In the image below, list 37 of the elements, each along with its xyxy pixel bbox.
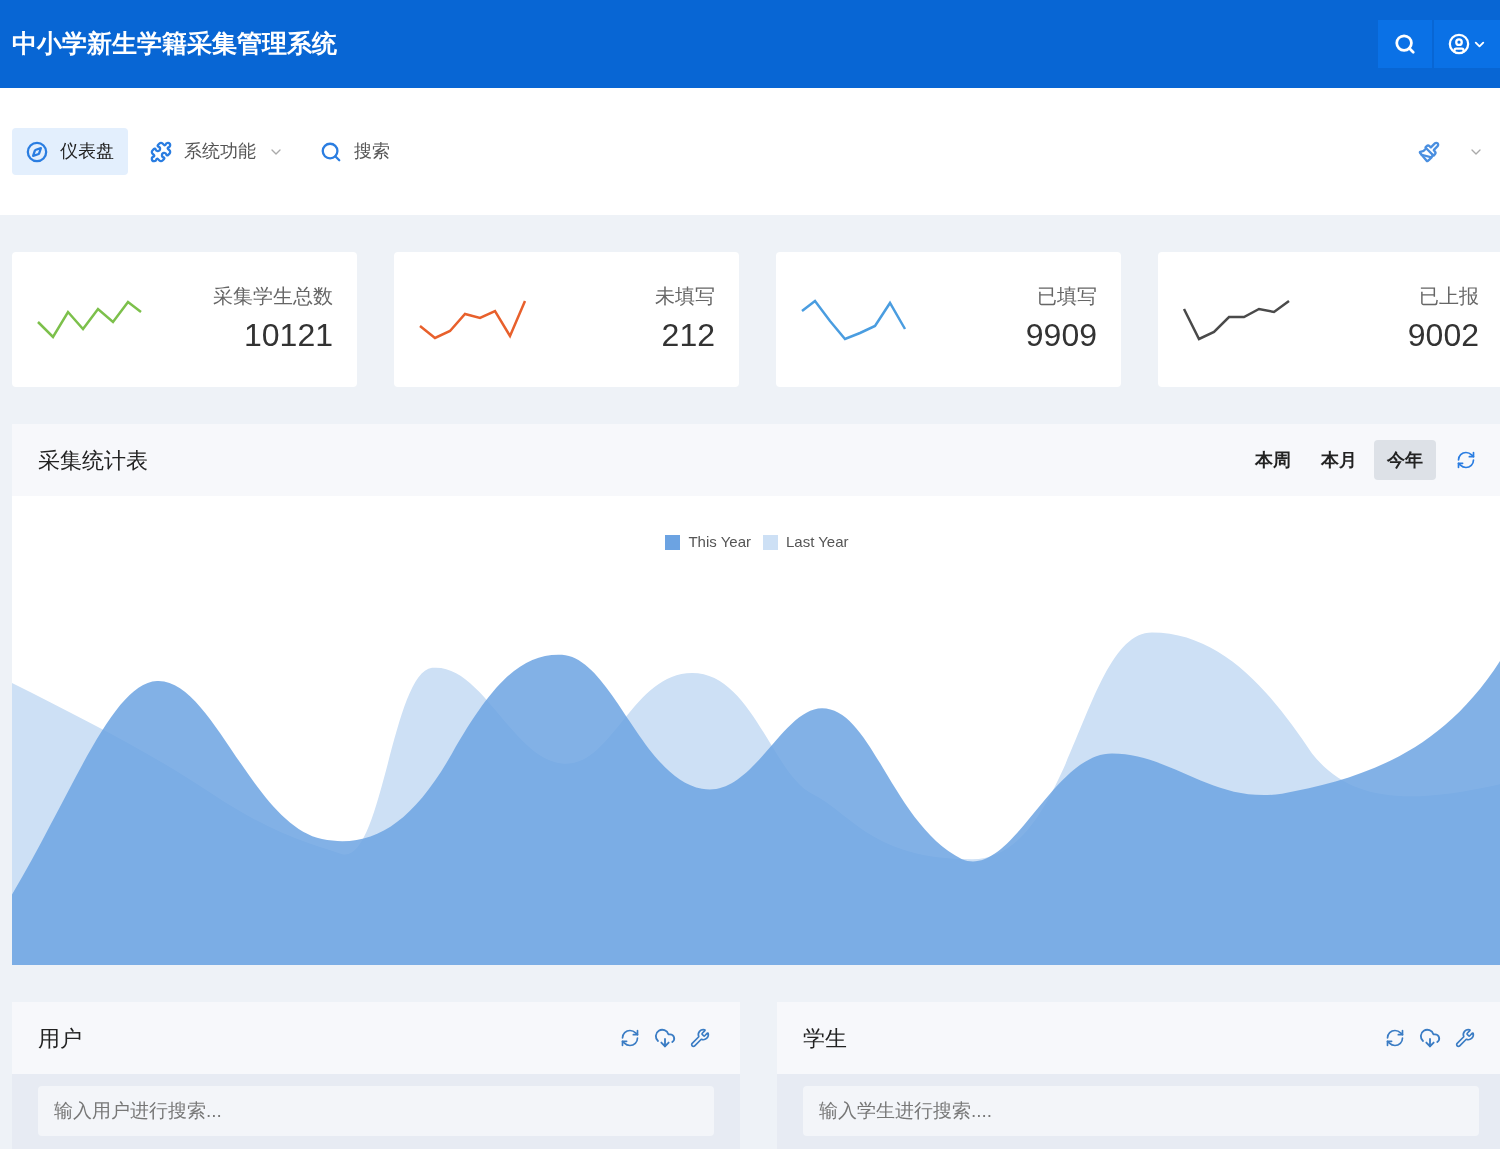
search-icon: [320, 140, 342, 163]
brush-icon[interactable]: [1418, 140, 1440, 163]
refresh-icon[interactable]: [1456, 450, 1476, 470]
legend-label: Last Year: [786, 531, 849, 552]
stat-value: 9909: [1025, 315, 1097, 355]
stat-label: 采集学生总数: [213, 283, 333, 309]
stat-label: 未填写: [655, 283, 715, 309]
stat-value: 10121: [244, 315, 333, 355]
search-icon: [1394, 33, 1416, 55]
stat-value: 212: [661, 315, 715, 355]
search-field[interactable]: 输入学生进行搜索....: [803, 1086, 1479, 1136]
puzzle-icon: [150, 140, 172, 163]
user-icon: [1447, 33, 1470, 55]
panel-title: 采集统计表: [38, 446, 148, 475]
search-field[interactable]: 输入用户进行搜索...: [38, 1086, 714, 1136]
stat-value: 9002: [1407, 315, 1479, 355]
stat-label: 已填写: [1037, 283, 1097, 309]
search-button[interactable]: [1378, 20, 1432, 68]
wrench-icon[interactable]: [1455, 1028, 1475, 1048]
cloud-download-icon[interactable]: [1419, 1027, 1441, 1049]
panel-title: 学生: [803, 1024, 847, 1053]
refresh-icon[interactable]: [1385, 1028, 1405, 1048]
wrench-icon[interactable]: [690, 1028, 710, 1048]
stat-label: 已上报: [1419, 283, 1479, 309]
compass-icon: [26, 140, 48, 163]
period-tab[interactable]: 本月: [1308, 440, 1370, 480]
panel-title: 用户: [38, 1024, 82, 1053]
period-tab[interactable]: 今年: [1374, 440, 1436, 480]
nav-item[interactable]: 仪表盘: [12, 128, 128, 175]
app-title: 中小学新生学籍采集管理系统: [12, 28, 337, 60]
refresh-icon[interactable]: [620, 1028, 640, 1048]
nav-item[interactable]: 系统功能: [136, 128, 298, 175]
nav-item[interactable]: 搜索: [306, 128, 404, 175]
legend-label: This Year: [688, 531, 751, 552]
cloud-download-icon[interactable]: [654, 1027, 676, 1049]
period-tab[interactable]: 本周: [1242, 440, 1304, 480]
user-menu-button[interactable]: [1434, 20, 1500, 68]
